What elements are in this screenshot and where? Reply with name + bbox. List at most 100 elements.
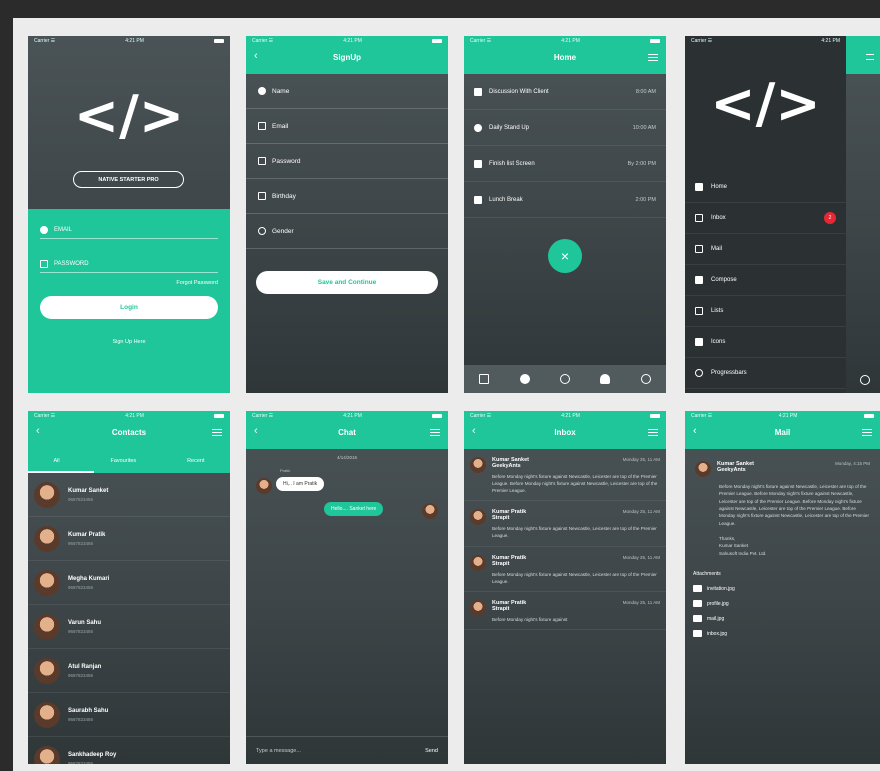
- clock-icon[interactable]: [640, 374, 651, 384]
- sender-name: Pratik: [280, 468, 291, 473]
- list-item[interactable]: Sankhadeep Roy 9687823456: [28, 737, 230, 764]
- send-button[interactable]: Send: [425, 748, 438, 754]
- menu-icon[interactable]: [430, 429, 440, 436]
- forgot-password-link[interactable]: Forgot Password: [40, 280, 218, 286]
- attachments-label: Attachments: [693, 571, 721, 578]
- contact-list: Kumar Sanket 9687823456 Kumar Pratik 96878…: [28, 473, 230, 764]
- menu-icon[interactable]: [648, 429, 658, 436]
- attachment-item[interactable]: profile.jpg: [685, 596, 880, 611]
- email-field[interactable]: EMAIL: [40, 221, 218, 239]
- chat-header: Carrier ☰ 4:21 PM ‹ Chat: [246, 411, 448, 449]
- tab-bar: [464, 365, 666, 393]
- page-title: Chat: [338, 428, 356, 437]
- app-logo: </>: [73, 84, 185, 147]
- list-item[interactable]: Kumar Sanket 9687823456: [28, 473, 230, 517]
- underlying-header: [840, 36, 880, 74]
- list-item[interactable]: Lunch Break 2:00 PM: [464, 182, 666, 218]
- list-item[interactable]: Kumar Pratik Monday 25, 11 AM Strapit Befor…: [464, 501, 666, 547]
- flag-icon: [474, 159, 482, 168]
- battery-icon: [650, 39, 660, 43]
- add-button[interactable]: ×: [548, 239, 582, 273]
- send-icon: [695, 276, 703, 284]
- user-icon[interactable]: [600, 374, 611, 384]
- tab-favourites[interactable]: Favourites: [110, 458, 136, 464]
- clock-icon[interactable]: [860, 375, 870, 385]
- list-item[interactable]: Kumar Pratik 9687823456: [28, 517, 230, 561]
- attachment-item[interactable]: mail.jpg: [685, 611, 880, 626]
- chat-date: 4/14/2016: [336, 455, 358, 460]
- mail-screen: Carrier ☰ 4:21 PM ‹ Mail Kumar Sanket Mond…: [685, 411, 880, 764]
- list-item[interactable]: Discussion With Client 8:00 AM: [464, 74, 666, 110]
- image-icon: [693, 585, 702, 593]
- menu-icon[interactable]: [866, 54, 874, 60]
- login-button[interactable]: Login: [40, 296, 218, 319]
- incoming-message: Hi,.. I am Pratik: [276, 477, 325, 491]
- list-item[interactable]: Megha Kumari 9687823456: [28, 561, 230, 605]
- drawer-screen: Carrier ☰ 4:21 PM </> Home Inbox 2 Mail Co…: [685, 36, 880, 393]
- image-icon: [693, 615, 702, 623]
- page-title: Home: [553, 53, 577, 62]
- gender-field[interactable]: Gender: [246, 214, 448, 249]
- calendar-icon: [258, 192, 266, 200]
- menu-icon[interactable]: [648, 54, 658, 61]
- plus-icon[interactable]: [559, 374, 570, 384]
- contacts-tabs: All Favourites Recent: [28, 449, 230, 473]
- tab-indicator: [28, 471, 94, 473]
- save-continue-button[interactable]: Save and Continue: [256, 271, 438, 294]
- avatar: [34, 613, 60, 640]
- list-item[interactable]: Varun Sahu 9687823456: [28, 605, 230, 649]
- menu-icon[interactable]: [862, 429, 872, 436]
- drawer-item-home[interactable]: Home: [685, 172, 846, 203]
- list-item[interactable]: Saurabh Sahu 9687823456: [28, 693, 230, 737]
- mail-icon: [258, 122, 266, 130]
- lock-icon: [40, 259, 48, 268]
- list-item[interactable]: Daily Stand Up 10:00 AM: [464, 110, 666, 146]
- list-item[interactable]: Finish list Screen By 2:00 PM: [464, 146, 666, 182]
- image-icon: [693, 630, 702, 638]
- mail-sender: Kumar Sanket Monday, 4:15 PM GeekyAnts: [685, 449, 880, 481]
- password-field[interactable]: PASSWORD: [40, 255, 218, 273]
- icons-icon: [695, 338, 703, 346]
- list-item[interactable]: Kumar Sanket Monday 25, 11 AM GeekyAnts Bef…: [464, 449, 666, 502]
- list-item[interactable]: Kumar Pratik Monday 25, 11 AM Strapit Befor…: [464, 592, 666, 630]
- calendar-icon[interactable]: [479, 374, 490, 384]
- avatar: [34, 569, 60, 596]
- avatar: [470, 554, 486, 571]
- message-input[interactable]: Type a message...: [256, 748, 301, 754]
- gender-icon: [258, 227, 266, 235]
- list-item[interactable]: Kumar Pratik Monday 25, 11 AM Strapit Befor…: [464, 547, 666, 592]
- battery-icon: [432, 39, 442, 43]
- menu-icon[interactable]: [212, 429, 222, 436]
- tab-recent[interactable]: Recent: [187, 458, 204, 464]
- contacts-screen: Carrier ☰ 4:21 PM ‹ Contacts All Favourit…: [28, 411, 230, 764]
- login-screen: Carrier ☰ 4:21 PM </> NATIVE STARTER PRO …: [28, 36, 230, 393]
- drawer-item-inbox[interactable]: Inbox 2: [685, 203, 846, 234]
- signup-screen: Carrier ☰ 4:21 PM ‹ SignUp Name Email Pas…: [246, 36, 448, 393]
- brand-badge: NATIVE STARTER PRO: [73, 171, 184, 188]
- drawer-item-mail[interactable]: Mail: [685, 234, 846, 265]
- avatar: [34, 481, 60, 508]
- attachment-item[interactable]: inbox.jpg: [685, 626, 880, 641]
- drawer-item-progressbars[interactable]: Progressbars: [685, 358, 846, 389]
- outgoing-message: Hello.... Sanket here: [324, 502, 384, 516]
- email-field[interactable]: Email: [246, 109, 448, 144]
- birthday-field[interactable]: Birthday: [246, 179, 448, 214]
- drawer-item-compose[interactable]: Compose: [685, 265, 846, 296]
- signup-link[interactable]: Sign Up Here: [40, 339, 218, 345]
- avatar: [470, 509, 486, 526]
- attachment-item[interactable]: invitation.jpg: [685, 581, 880, 596]
- password-field[interactable]: Password: [246, 144, 448, 179]
- drawer-item-lists[interactable]: Lists: [685, 296, 846, 327]
- battery-icon: [214, 39, 224, 43]
- mail-icon: [695, 245, 703, 253]
- drawer-logo: </>: [710, 72, 821, 135]
- name-field[interactable]: Name: [246, 74, 448, 109]
- pie-chart-icon[interactable]: [519, 374, 530, 384]
- avatar: [470, 457, 486, 473]
- drawer-item-icons[interactable]: Icons: [685, 327, 846, 358]
- list-item[interactable]: Atul Ranjan 9687823456: [28, 649, 230, 693]
- battery-icon: [432, 414, 442, 418]
- tab-all[interactable]: All: [53, 458, 59, 464]
- home-screen: Carrier ☰ 4:21 PM Home Discussion With Cl…: [464, 36, 666, 393]
- mail-body: Before Monday night's fixture against Ne…: [719, 484, 869, 526]
